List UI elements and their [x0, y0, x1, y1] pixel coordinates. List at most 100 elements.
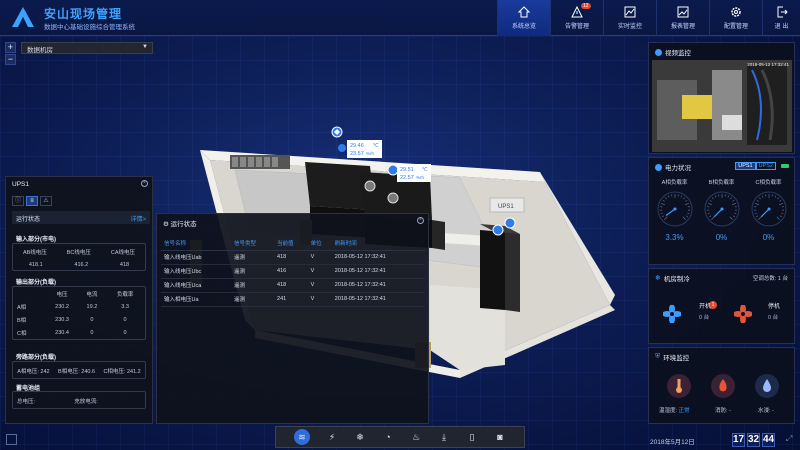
gauge-tick: [684, 202, 689, 206]
info-tab[interactable]: ⓘ: [12, 196, 24, 206]
camera-feed[interactable]: 2018-05-12 17:32:41: [652, 60, 792, 152]
zoom-out-button[interactable]: −: [5, 54, 16, 65]
nav-label: 系统总览: [511, 24, 536, 30]
power-panel: 电力状况 UPS1 UPS2 A相负载率 3.3% B相负载率 0% C相负载率…: [648, 157, 795, 265]
exit-button[interactable]: 退 出: [762, 0, 800, 36]
nav-overview[interactable]: 系统总览: [497, 0, 550, 36]
input-section-title: 输入部分(市电): [16, 237, 56, 243]
gauge-tick: [685, 215, 688, 218]
cell: A相: [17, 304, 27, 311]
run-panel-title-text: 运行状态: [170, 221, 197, 228]
battery-current: 充放电流:: [74, 399, 98, 405]
nav-label: 告警管理: [564, 24, 589, 30]
camera-timestamp: 2018-05-12 17:32:41: [747, 62, 789, 67]
gauge-hub: [720, 207, 723, 211]
table-row[interactable]: 输入相电压Ua 遥测 241 V 2018-05-12 17:32:41: [161, 292, 425, 307]
table-row[interactable]: 输入线电压Ubc 遥测 416 V 2018-05-12 17:32:41: [161, 264, 425, 279]
home-icon: [518, 6, 530, 18]
door-icon[interactable]: ▯: [466, 431, 478, 443]
ac-off-label: 停机: [768, 304, 781, 310]
clock-hours: 17: [732, 433, 745, 447]
fullscreen-button[interactable]: [6, 434, 17, 445]
close-icon[interactable]: ×: [141, 180, 148, 187]
bypass-section-title: 旁路部分(负载): [16, 355, 56, 361]
exit-icon: [777, 6, 788, 18]
layers-icon[interactable]: ≋: [294, 429, 310, 445]
gauge-tick: [667, 195, 669, 198]
gauge-tick: [680, 195, 682, 198]
camera-pin-2[interactable]: [387, 192, 399, 204]
fire-icon[interactable]: ♨: [410, 431, 422, 443]
camera-image: [652, 60, 792, 152]
ups-cabinet[interactable]: [480, 224, 520, 312]
app-title: 安山现场管理: [44, 7, 123, 21]
gauge-icon[interactable]: ◔: [382, 431, 394, 443]
col-header: 信号类型: [230, 236, 275, 251]
table-row: C相 230.4 0 0: [13, 326, 145, 339]
nav-alarms[interactable]: 12 告警管理: [550, 0, 603, 36]
gauge-tick: [682, 197, 685, 200]
chevron-down-icon: ▼: [142, 44, 148, 50]
alarm-tab[interactable]: ⚠: [40, 196, 52, 206]
ups1-tab[interactable]: UPS1: [735, 162, 756, 170]
camera-pin-1[interactable]: [364, 180, 376, 192]
gauge-tick: [707, 202, 712, 206]
exit-label: 退 出: [774, 24, 789, 30]
snowflake-icon: ❄: [655, 275, 661, 282]
col-header: 当前值: [274, 236, 308, 251]
gauge-value: 0%: [715, 233, 728, 242]
camera-icon[interactable]: ◙: [494, 431, 506, 443]
expand-icon[interactable]: ⤢: [786, 434, 795, 443]
ac-on-label: 开机: [699, 304, 712, 310]
sensor2-temp: 29.51: [400, 167, 414, 173]
ca-voltage-value: 418: [119, 262, 130, 268]
cooling-panel: ❄ 机房制冷 空调总数: 1 台 1 开机 0 台 停机 0 台: [648, 268, 795, 344]
table-row: B相 230.3 0 0: [13, 313, 145, 326]
gauge-dial: [751, 191, 786, 227]
table-row[interactable]: 输入线电压Uab 遥测 418 V 2018-05-12 17:32:41: [161, 250, 425, 265]
cell: V: [307, 292, 332, 307]
room-select-value: 数据机房: [27, 47, 53, 54]
cell: 2018-05-12 17:32:41: [331, 264, 425, 279]
video-panel: 视频监控 2018-05-12 17:32:41: [648, 42, 795, 154]
clock-seconds: 44: [762, 433, 775, 447]
close-icon[interactable]: ×: [417, 217, 424, 224]
output-header: [13, 287, 45, 300]
download-icon[interactable]: ⤓: [438, 431, 450, 443]
gauge-tick: [662, 199, 665, 202]
sensor-pin-1[interactable]: 29.46 ℃ 23.57 %rh: [331, 126, 382, 158]
gauge-label: B相负载率: [708, 180, 735, 186]
nav-monitor[interactable]: 实时监控: [603, 0, 656, 36]
gauge-a: A相负载率 3.3%: [652, 178, 697, 242]
gauge-tick: [660, 202, 665, 206]
thermometer-icon[interactable]: [667, 374, 691, 398]
env-temp-status: 温湿度: 正常: [659, 406, 690, 414]
gauge-tick: [686, 212, 689, 214]
zoom-in-button[interactable]: +: [5, 42, 16, 53]
alarm-count-badge: 12: [581, 3, 591, 9]
input-box: AB线电压 BC线电压 CA线电压 418.1 416.2 418: [12, 243, 146, 271]
ac-off-value: 0 台: [768, 315, 779, 321]
cell: 输入线电压Uca: [161, 278, 231, 293]
room-select[interactable]: 数据机房 ▼: [21, 42, 153, 54]
detail-link[interactable]: 详情>: [130, 214, 146, 223]
snowflake-icon[interactable]: ❄: [354, 431, 366, 443]
ups2-tab[interactable]: UPS2: [755, 162, 776, 170]
gauge-tick: [731, 199, 734, 202]
cell: 0: [90, 316, 94, 323]
run-panel-title: ⚙ 运行状态: [163, 221, 197, 228]
list-tab[interactable]: ≡: [26, 196, 38, 206]
table-row[interactable]: 输入线电压Uca 遥测 418 V 2018-05-12 17:32:41: [161, 278, 425, 293]
ups-switch: UPS1 UPS2: [735, 162, 776, 170]
nav-reports[interactable]: 报表管理: [656, 0, 709, 36]
fire-icon[interactable]: [711, 374, 735, 398]
water-icon[interactable]: [755, 374, 779, 398]
nav-config[interactable]: 配置管理: [709, 0, 762, 36]
col-header: 单位: [307, 236, 332, 251]
gauge-value: 3.3%: [665, 233, 684, 242]
cell: 2018-05-12 17:32:41: [331, 292, 425, 307]
ca-voltage-label: CA线电压: [110, 250, 135, 256]
gauge-tick: [729, 197, 732, 200]
gauge-tick: [778, 202, 783, 206]
lightning-icon[interactable]: ⚡: [326, 431, 338, 443]
